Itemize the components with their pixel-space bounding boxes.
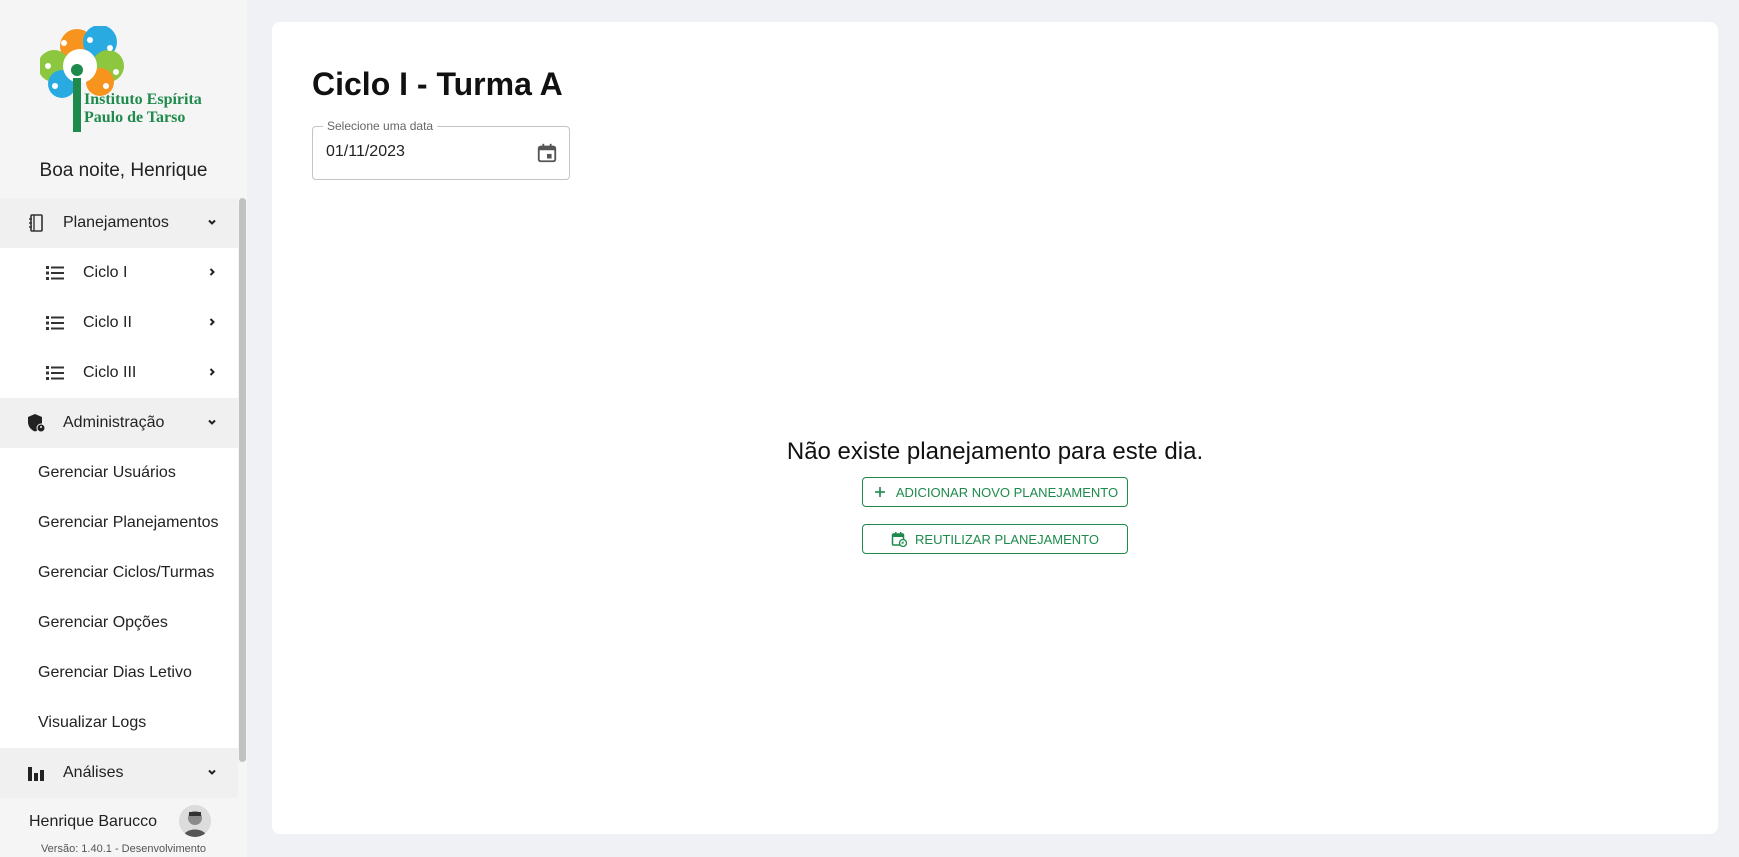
list-icon xyxy=(46,266,64,280)
notebook-icon xyxy=(29,214,43,232)
admin-shield-icon xyxy=(28,414,46,433)
add-planning-button[interactable]: ADICIONAR NOVO PLANEJAMENTO xyxy=(862,477,1128,507)
chevron-down-icon xyxy=(208,419,216,425)
menu-group-analises[interactable]: Análises xyxy=(0,748,238,798)
greeting-text: Boa noite, Henrique xyxy=(39,160,208,181)
sidebar-item-gerenciar-dias-letivo[interactable]: Gerenciar Dias Letivo xyxy=(0,648,238,698)
menu-group-label: Administração xyxy=(63,414,165,431)
date-picker-label: Selecione uma data xyxy=(323,119,438,133)
sidebar-item-gerenciar-planejamentos[interactable]: Gerenciar Planejamentos xyxy=(0,498,238,548)
list-icon xyxy=(46,316,64,330)
sidebar: Instituto Espírita Paulo de Tarso Boa no… xyxy=(0,0,247,857)
sidebar-item-label: Gerenciar Opções xyxy=(38,614,168,631)
bar-chart-icon xyxy=(28,767,44,781)
version-text: Versão: 1.40.1 - Desenvolvimento xyxy=(40,843,207,855)
list-icon xyxy=(46,366,64,380)
menu-group-label: Planejamentos xyxy=(63,214,169,231)
sidebar-item-label: Gerenciar Dias Letivo xyxy=(38,664,192,681)
calendar-reuse-icon xyxy=(891,532,908,547)
date-picker[interactable]: Selecione uma data xyxy=(312,119,570,180)
menu-group-administracao[interactable]: Administração xyxy=(0,398,238,448)
institute-logo[interactable]: Instituto Espírita Paulo de Tarso xyxy=(38,25,208,136)
sidebar-item-ciclo-iii[interactable]: Ciclo III xyxy=(0,348,238,398)
tree-logo-icon: Instituto Espírita Paulo de Tarso xyxy=(38,25,202,132)
sidebar-item-visualizar-logs[interactable]: Visualizar Logs xyxy=(0,698,238,748)
sidebar-item-label: Gerenciar Planejamentos xyxy=(38,514,219,531)
chevron-right-icon xyxy=(209,318,215,326)
sidebar-item-ciclo-i[interactable]: Ciclo I xyxy=(0,248,238,298)
sidebar-item-ciclo-ii[interactable]: Ciclo II xyxy=(0,298,238,348)
sidebar-item-label: Ciclo III xyxy=(83,364,137,381)
svg-text:Paulo de Tarso: Paulo de Tarso xyxy=(84,109,185,126)
sidebar-item-label: Ciclo I xyxy=(83,264,128,281)
chevron-down-icon xyxy=(208,219,216,225)
sidebar-item-gerenciar-usuarios[interactable]: Gerenciar Usuários xyxy=(0,448,238,498)
plus-icon xyxy=(874,487,885,497)
main-content: Ciclo I - Turma A Selecione uma data Não… xyxy=(272,22,1718,834)
sidebar-item-gerenciar-ciclos-turmas[interactable]: Gerenciar Ciclos/Turmas xyxy=(0,548,238,598)
sidebar-item-label: Gerenciar Ciclos/Turmas xyxy=(38,564,215,581)
empty-state-message: Não existe planejamento para este dia. xyxy=(786,438,1204,465)
sidebar-item-gerenciar-opcoes[interactable]: Gerenciar Opções xyxy=(0,598,238,648)
calendar-icon[interactable] xyxy=(536,142,558,164)
user-profile: Henrique Barucco Versão: 1.40.1 - Desenv… xyxy=(0,800,247,857)
reuse-planning-button[interactable]: REUTILIZAR PLANEJAMENTO xyxy=(862,524,1128,554)
chevron-right-icon xyxy=(209,268,215,276)
page-title: Ciclo I - Turma A xyxy=(312,66,563,102)
menu-group-label: Análises xyxy=(63,764,124,781)
user-name: Henrique Barucco xyxy=(29,813,158,830)
chevron-right-icon xyxy=(209,368,215,376)
sidebar-scrollbar[interactable] xyxy=(239,198,246,762)
menu-group-planejamentos[interactable]: Planejamentos xyxy=(0,198,238,248)
reuse-planning-label: REUTILIZAR PLANEJAMENTO xyxy=(915,531,1099,547)
svg-text:Instituto Espírita: Instituto Espírita xyxy=(84,91,202,108)
chevron-down-icon xyxy=(208,769,216,775)
sidebar-menu: Planejamentos Ciclo I Ciclo II Ciclo III… xyxy=(0,198,238,798)
add-planning-label: ADICIONAR NOVO PLANEJAMENTO xyxy=(895,484,1119,500)
date-input[interactable] xyxy=(326,143,516,161)
sidebar-item-label: Ciclo II xyxy=(83,314,132,331)
sidebar-item-label: Gerenciar Usuários xyxy=(38,464,176,481)
sidebar-item-label: Visualizar Logs xyxy=(38,714,147,731)
user-avatar-icon xyxy=(179,805,211,837)
avatar[interactable] xyxy=(179,805,211,837)
